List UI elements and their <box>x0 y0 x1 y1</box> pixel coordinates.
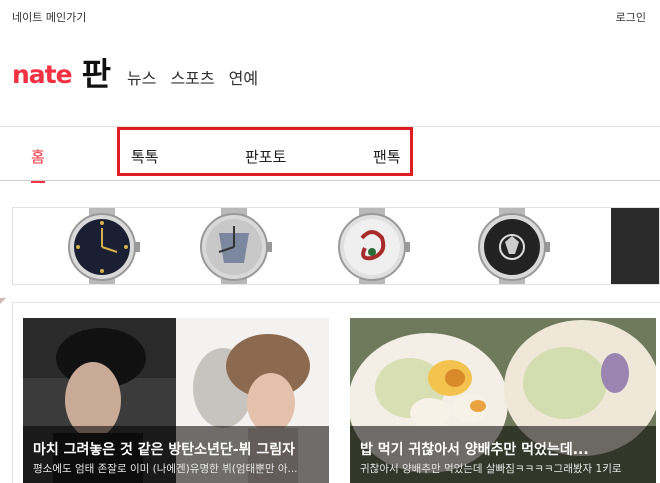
tab-home[interactable]: 홈 <box>31 146 45 183</box>
tab-panphoto[interactable]: 판포토 <box>245 146 286 167</box>
banner-dark-panel <box>611 208 659 284</box>
nav-entertainment[interactable]: 연예 <box>229 65 258 89</box>
nate-logo: nate <box>12 59 73 89</box>
nav-sports[interactable]: 스포츠 <box>170 65 214 89</box>
tab-bar: 홈 톡톡 판포토 팬톡 <box>0 127 660 183</box>
nate-main-link[interactable]: 네이트 메인가기 <box>12 9 86 25</box>
tab-fantok[interactable]: 팬톡 <box>373 146 401 167</box>
tab-toktok[interactable]: 톡톡 <box>131 146 159 167</box>
photo-card[interactable]: 마치 그려놓은 것 같은 방탄소년단-뷔 그림자 평소에도 엄태 존잘로 이미 … <box>23 318 329 483</box>
logo[interactable]: nate 판 <box>12 58 111 90</box>
tab-divider <box>0 180 660 181</box>
global-nav: 뉴스 스포츠 연예 <box>127 65 258 89</box>
photo-card[interactable]: 밥 먹기 귀찮아서 양배추만 먹었는데... 귀찮아서 양배추만 먹었는데 살빠… <box>350 318 656 483</box>
site-header: nate 판 뉴스 스포츠 연예 <box>0 30 660 126</box>
card-description: 평소에도 엄태 존잘로 이미 (나에겐)유명한 뷔(엄태뿐만 아... <box>33 463 298 475</box>
pan-logo: 판 <box>81 55 112 93</box>
card-description: 귀찮아서 양배추만 먹었는데 살빠짐ㅋㅋㅋㅋ그래봤자 1키로 <box>360 463 622 475</box>
watch-image-1 <box>68 208 140 284</box>
nav-news[interactable]: 뉴스 <box>127 65 156 89</box>
login-link[interactable]: 로그인 <box>616 9 646 25</box>
card-title: 밥 먹기 귀찮아서 양배추만 먹었는데... <box>360 442 589 458</box>
watch-image-2 <box>200 208 272 284</box>
ad-banner[interactable] <box>12 207 660 285</box>
watch-image-3 <box>338 208 410 284</box>
card-title: 마치 그려놓은 것 같은 방탄소년단-뷔 그림자 <box>33 442 296 458</box>
side-decoration-icon: ◤ <box>0 296 7 305</box>
watch-image-4 <box>478 208 550 284</box>
top-utility-bar: 네이트 메인가기 로그인 <box>0 0 660 30</box>
